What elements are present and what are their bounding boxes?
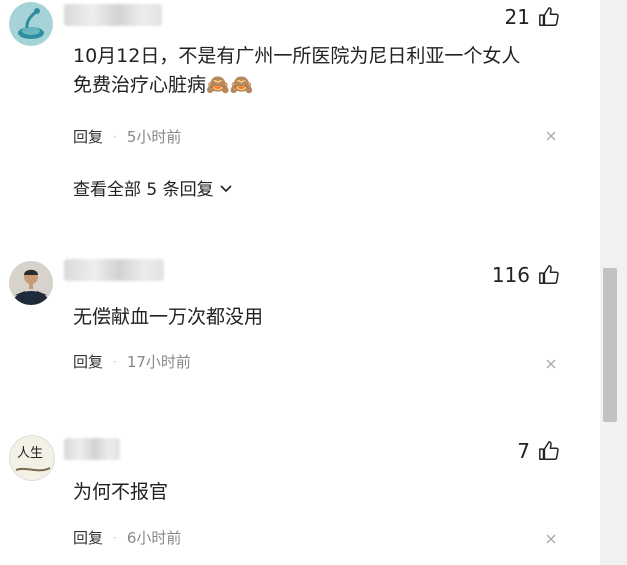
close-icon[interactable]: [545, 533, 557, 545]
like-count: 116: [491, 263, 530, 287]
view-all-label: 查看全部 5 条回复: [73, 180, 214, 200]
username-blurred[interactable]: [64, 438, 120, 460]
comment-text-line: 为何不报官: [73, 481, 169, 503]
avatar[interactable]: [9, 261, 53, 305]
username-blurred[interactable]: [64, 259, 164, 281]
timestamp: 17小时前: [126, 353, 191, 371]
comment-text-line: 免费治疗心脏病🙈🙈: [73, 74, 254, 96]
reply-button[interactable]: 回复: [73, 527, 103, 548]
separator-dot: ·: [113, 129, 117, 144]
close-icon[interactable]: [545, 358, 557, 370]
scrollbar-thumb[interactable]: [603, 268, 617, 422]
reply-button[interactable]: 回复: [73, 351, 103, 372]
like-control[interactable]: 21: [505, 5, 560, 29]
reply-button[interactable]: 回复: [73, 126, 103, 147]
separator-dot: ·: [113, 530, 117, 545]
comment-text: 无偿献血一万次都没用: [73, 303, 263, 332]
chevron-down-icon: [220, 184, 232, 192]
comment-meta: 回复 · 5小时前: [73, 126, 181, 147]
like-control[interactable]: 7: [517, 439, 560, 463]
comment-text: 10月12日，不是有广州一所医院为尼日利亚一个女人 免费治疗心脏病🙈🙈: [73, 42, 520, 100]
comment-text: 为何不报官: [73, 478, 168, 507]
close-icon[interactable]: [545, 130, 557, 142]
thumbs-up-icon[interactable]: [538, 6, 560, 28]
avatar-text: 人生: [17, 446, 44, 461]
comment-item: 21 10月12日，不是有广州一所医院为尼日利亚一个女人 免费治疗心脏病🙈🙈 回…: [0, 0, 600, 200]
comment-meta: 回复 · 17小时前: [73, 351, 191, 372]
thumbs-up-icon[interactable]: [538, 264, 560, 286]
avatar[interactable]: [9, 2, 53, 46]
like-count: 7: [517, 439, 530, 463]
comment-text-line: 无偿献血一万次都没用: [73, 306, 264, 328]
comment-text-line: 10月12日，不是有广州一所医院为尼日利亚一个女人: [73, 45, 521, 67]
thumbs-up-icon[interactable]: [538, 440, 560, 462]
avatar-image: [18, 8, 44, 39]
emoji: 🙈🙈: [206, 74, 254, 96]
comment-item: 人生 7 为何不报官 回复 · 6小时前: [0, 433, 600, 565]
comment-meta: 回复 · 6小时前: [73, 527, 181, 548]
separator-dot: ·: [113, 354, 117, 369]
like-count: 21: [504, 5, 530, 29]
timestamp: 6小时前: [126, 529, 182, 547]
comment-item: 116 无偿献血一万次都没用 回复 · 17小时前: [0, 255, 600, 385]
avatar[interactable]: 人生: [9, 435, 55, 481]
avatar-image: [9, 261, 53, 305]
timestamp: 5小时前: [126, 128, 182, 146]
username-blurred[interactable]: [64, 4, 162, 26]
like-control[interactable]: 116: [492, 263, 560, 287]
view-all-replies-button[interactable]: 查看全部 5 条回复: [73, 175, 234, 200]
